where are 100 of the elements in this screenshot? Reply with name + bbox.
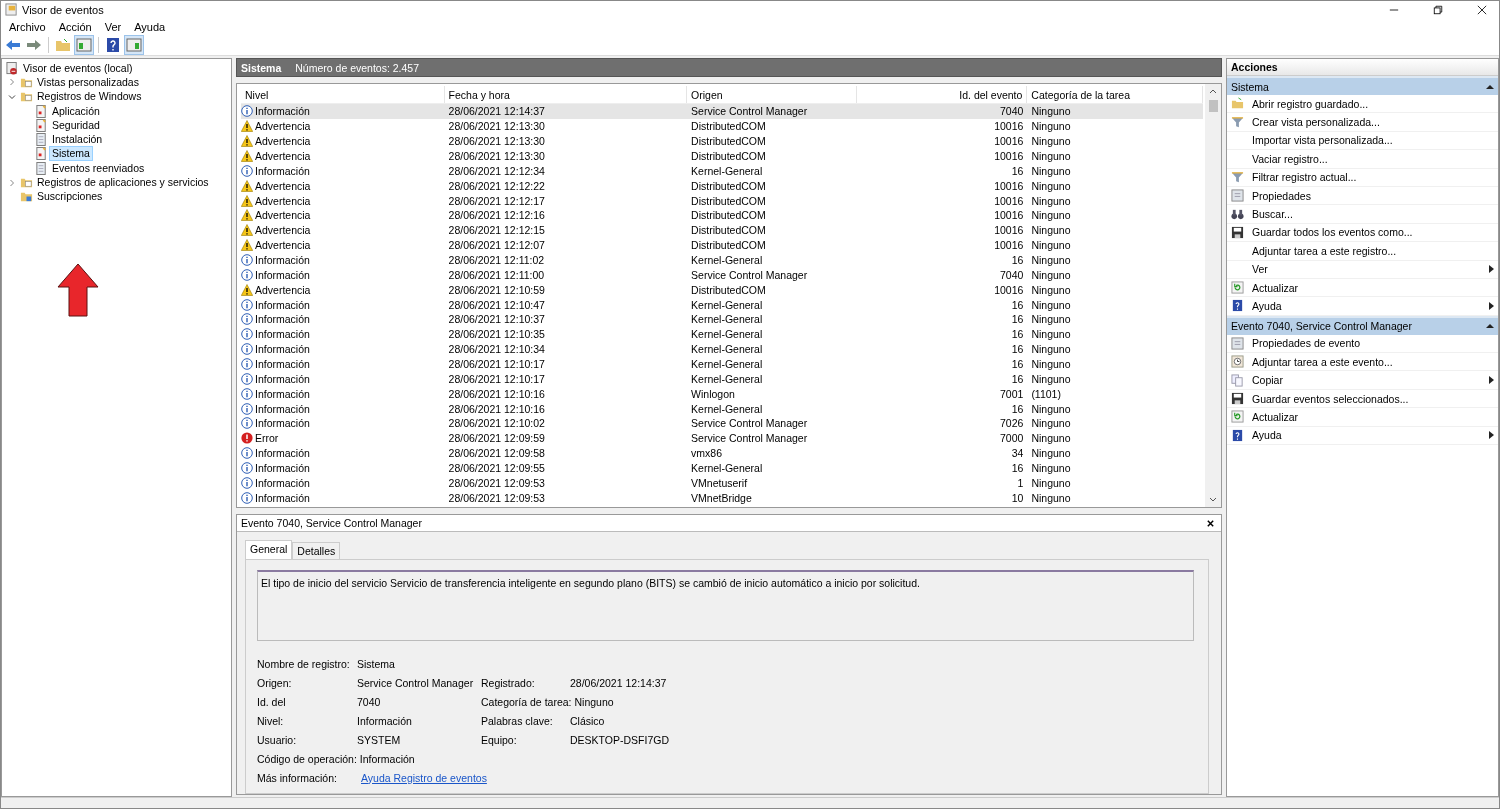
table-cell-text: VMnetuserif	[690, 476, 749, 489]
event-row[interactable]: Información 28/06/2021 12:09:53 VMnetBridge 10 Ninguno	[241, 490, 1203, 506]
section-header[interactable]: Sistema	[1227, 76, 1498, 95]
action-item[interactable]: Ayuda	[1252, 300, 1282, 312]
tree-item[interactable]: Visor de eventos (local)	[21, 61, 135, 75]
field-value: Sistema	[357, 657, 396, 670]
log-icon	[35, 133, 48, 147]
collapse-icon[interactable]	[1486, 83, 1494, 90]
event-row[interactable]: Advertencia 28/06/2021 12:10:59 DistributedCOM 10016 Ninguno	[241, 282, 1203, 298]
table-cell-text: 28/06/2021 12:10:35	[447, 328, 546, 341]
event-row[interactable]: Advertencia 28/06/2021 12:13:30 DistributedCOM 10016 Ninguno	[241, 118, 1203, 134]
event-row[interactable]: Información 28/06/2021 12:10:16 Winlogon 7001 (1101)	[241, 386, 1203, 402]
panel-icon[interactable]	[75, 36, 93, 54]
event-row[interactable]: Información 28/06/2021 12:10:35 Kernel-General 16 Ninguno	[241, 326, 1203, 342]
column-header[interactable]: Origen	[687, 86, 857, 103]
event-row[interactable]: Advertencia 28/06/2021 12:12:07 DistributedCOM 10016 Ninguno	[241, 237, 1203, 253]
column-header[interactable]: Id. del evento	[856, 86, 1028, 103]
table-cell-text: DistributedCOM	[690, 283, 767, 296]
event-row[interactable]: Advertencia 28/06/2021 12:13:30 DistributedCOM 10016 Ninguno	[241, 133, 1203, 149]
tree-item[interactable]: Registros de aplicaciones y servicios	[35, 176, 211, 189]
tab[interactable]: General	[245, 540, 293, 559]
tree-item[interactable]: Sistema	[50, 147, 92, 161]
tree-item[interactable]: Registros de Windows	[35, 90, 144, 104]
tree-item[interactable]: Instalación	[50, 133, 105, 147]
menu-item[interactable]: Ayuda	[134, 20, 166, 33]
action-item[interactable]: Propiedades de evento	[1252, 337, 1360, 350]
event-row[interactable]: Información 28/06/2021 12:11:02 Kernel-General 16 Ninguno	[241, 252, 1203, 268]
event-row[interactable]: Advertencia 28/06/2021 12:12:16 DistributedCOM 10016 Ninguno	[241, 208, 1203, 223]
menu-item[interactable]: Archivo	[9, 20, 46, 33]
action-item[interactable]: Guardar todos los eventos como...	[1252, 226, 1413, 239]
close-icon[interactable]	[1477, 4, 1487, 15]
table-cell-text: DistributedCOM	[690, 239, 767, 252]
event-row[interactable]: Información 28/06/2021 12:12:34 Kernel-General 16 Ninguno	[241, 163, 1203, 179]
field-value: Clásico	[570, 714, 606, 727]
action-item[interactable]: Ver	[1252, 263, 1268, 276]
event-row[interactable]: Información 28/06/2021 12:10:17 Kernel-General 16 Ninguno	[241, 356, 1203, 372]
action-item[interactable]: Ayuda	[1252, 429, 1282, 442]
event-message: El tipo de inicio del servicio Servicio de transferencia inteligente en segundo plano (BITS) se cambió de inicio automático a inicio por solicitud.	[261, 577, 920, 589]
help-link[interactable]: Ayuda Registro de eventos	[361, 771, 487, 784]
action-item[interactable]: Abrir registro guardado...	[1252, 97, 1369, 110]
close-icon[interactable]	[1206, 518, 1215, 528]
event-row[interactable]: Error 28/06/2021 12:09:59 Service Control Manager 7000 Ninguno	[241, 430, 1203, 446]
tree-item[interactable]: Suscripciones	[35, 190, 105, 204]
table-cell-text: 7026	[999, 417, 1025, 430]
event-row[interactable]: Información 28/06/2021 12:10:17 Kernel-General 16 Ninguno	[241, 371, 1203, 387]
menu-item[interactable]: Ver	[104, 20, 122, 33]
table-cell-text: 28/06/2021 12:09:59	[447, 432, 546, 445]
detail-title: Evento 7040, Service Control Manager	[241, 517, 422, 529]
event-row[interactable]: Información 28/06/2021 12:10:16 Kernel-General 16 Ninguno	[241, 401, 1203, 417]
action-item[interactable]: Actualizar	[1252, 410, 1299, 423]
tab[interactable]: Detalles	[292, 542, 341, 559]
event-row[interactable]: Advertencia 28/06/2021 12:12:22 DistributedCOM 10016 Ninguno	[241, 178, 1203, 194]
table-cell: Error	[255, 432, 279, 445]
field-value: Información	[357, 714, 413, 727]
event-row[interactable]: Advertencia 28/06/2021 12:12:17 DistributedCOM 10016 Ninguno	[241, 193, 1203, 208]
event-row[interactable]: Información 28/06/2021 12:10:37 Kernel-General 16 Ninguno	[241, 312, 1203, 327]
action-item[interactable]: Actualizar	[1252, 281, 1299, 294]
action-item[interactable]: Filtrar registro actual...	[1252, 171, 1357, 184]
info-icon	[241, 417, 253, 430]
action-item[interactable]: Adjuntar tarea a este evento...	[1252, 355, 1393, 368]
action-item[interactable]: Copiar	[1252, 374, 1283, 387]
action-item[interactable]: Buscar...	[1252, 208, 1293, 221]
action-item[interactable]: Guardar eventos seleccionados...	[1252, 392, 1409, 405]
event-row[interactable]: Información 28/06/2021 12:09:58 vmx86 34 Ninguno	[241, 445, 1203, 461]
help-icon[interactable]	[104, 36, 122, 54]
table-cell-text: 28/06/2021 12:12:07	[447, 239, 546, 252]
event-row[interactable]: Información 28/06/2021 12:09:53 VMnetuserif 1 Ninguno	[241, 475, 1203, 491]
event-row[interactable]: Información 28/06/2021 12:09:55 Kernel-General 16 Ninguno	[241, 460, 1203, 476]
column-header[interactable]: Fecha y hora	[444, 86, 688, 103]
event-row[interactable]: Información 28/06/2021 12:11:00 Service Control Manager 7040 Ninguno	[241, 267, 1203, 283]
field-label: Origen:	[257, 676, 293, 689]
event-row[interactable]: Información 28/06/2021 12:10:34 Kernel-General 16 Ninguno	[241, 341, 1203, 357]
event-row[interactable]: Advertencia 28/06/2021 12:12:15 DistributedCOM 10016 Ninguno	[241, 222, 1203, 238]
table-cell-text: Ninguno	[1030, 268, 1072, 281]
tree-item[interactable]: Seguridad	[50, 118, 102, 132]
table-cell-text: Ninguno	[1030, 209, 1072, 222]
scrollbar-thumb[interactable]	[1208, 100, 1218, 112]
restore-icon[interactable]	[1433, 4, 1443, 15]
menu-item[interactable]: Acción	[58, 20, 92, 33]
action-item[interactable]: Adjuntar tarea a este registro...	[1252, 244, 1397, 257]
action-item[interactable]: Vaciar registro...	[1252, 152, 1328, 165]
action-item[interactable]: Propiedades	[1252, 189, 1311, 202]
tree-item[interactable]: Vistas personalizadas	[35, 75, 141, 89]
event-row[interactable]: Advertencia 28/06/2021 12:13:30 DistributedCOM 10016 Ninguno	[241, 148, 1203, 164]
action-item[interactable]: Crear vista personalizada...	[1252, 116, 1380, 129]
action-item[interactable]: Importar vista personalizada...	[1252, 134, 1393, 147]
table-cell-text: Ninguno	[1030, 343, 1072, 356]
tree-item[interactable]: Eventos reenviados	[50, 161, 147, 175]
collapse-icon[interactable]	[1486, 323, 1494, 330]
event-row[interactable]: Información 28/06/2021 12:10:47 Kernel-General 16 Ninguno	[241, 297, 1203, 313]
tree-item[interactable]: Aplicación	[50, 104, 102, 118]
table-cell-text: (1101)	[1030, 387, 1062, 400]
table-cell: Información	[255, 476, 310, 489]
column-header[interactable]: Nivel	[241, 86, 445, 103]
event-row[interactable]: Información 28/06/2021 12:10:02 Service Control Manager 7026 Ninguno	[241, 416, 1203, 431]
scrollbar[interactable]	[1205, 84, 1221, 507]
table-cell-text: Ninguno	[1030, 328, 1072, 341]
event-row[interactable]: Información 28/06/2021 12:14:37 Service Control Manager 7040 Ninguno	[241, 104, 1203, 119]
column-header[interactable]: Categoría de la tarea	[1027, 86, 1203, 103]
table-cell-text: Ninguno	[1030, 358, 1072, 371]
